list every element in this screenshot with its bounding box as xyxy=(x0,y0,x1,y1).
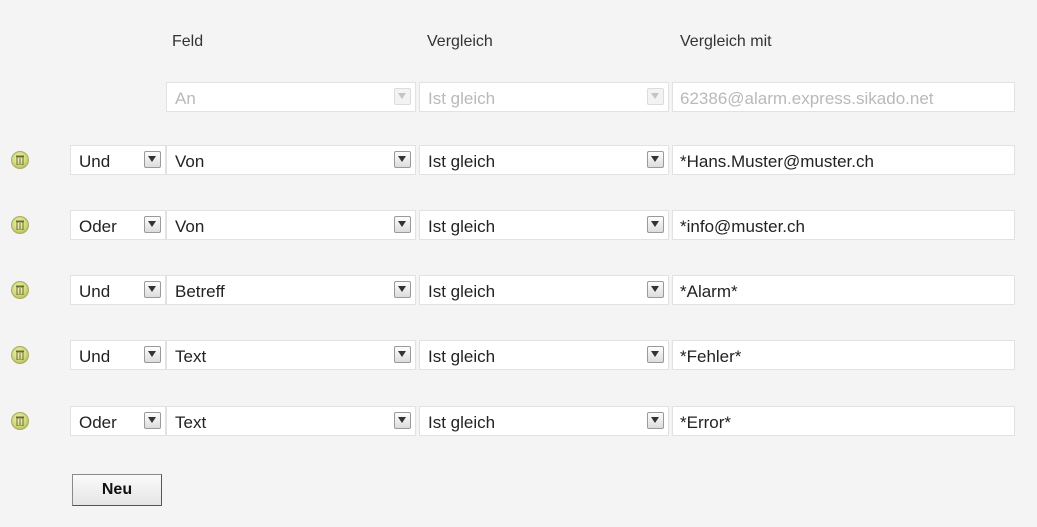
chevron-down-icon[interactable] xyxy=(144,151,161,168)
vergleich-select[interactable]: Ist gleich xyxy=(419,340,669,370)
chevron-down-icon[interactable] xyxy=(144,281,161,298)
new-button[interactable]: Neu xyxy=(72,474,162,506)
feld-select[interactable]: Betreff xyxy=(166,275,416,305)
trash-icon[interactable] xyxy=(11,216,29,234)
feld-select-value: Text xyxy=(175,347,207,366)
chevron-down-icon[interactable] xyxy=(394,151,411,168)
condition-row: Oder Text Ist gleich *Error* xyxy=(0,406,1037,438)
vergleich-select[interactable]: Ist gleich xyxy=(419,406,669,436)
chevron-down-icon[interactable] xyxy=(394,346,411,363)
header-feld: Feld xyxy=(172,33,204,50)
logic-select-value: Oder xyxy=(79,413,117,432)
chevron-down-icon[interactable] xyxy=(394,216,411,233)
condition-row: Und Von Ist gleich *Hans.Muster@muster.c… xyxy=(0,145,1037,177)
logic-select[interactable]: Oder xyxy=(70,406,166,436)
header-vergleich-mit: Vergleich mit xyxy=(680,33,772,50)
vergleich-select[interactable]: Ist gleich xyxy=(419,145,669,175)
chevron-down-icon xyxy=(394,88,411,105)
chevron-down-icon[interactable] xyxy=(647,412,664,429)
value-field[interactable]: *info@muster.ch xyxy=(672,210,1015,240)
condition-row-first: An Ist gleich 62386@alarm.express.sikado… xyxy=(0,82,1037,114)
logic-select-value: Und xyxy=(79,282,111,301)
feld-select: An xyxy=(166,82,416,112)
trash-icon[interactable] xyxy=(11,346,29,364)
chevron-down-icon[interactable] xyxy=(144,346,161,363)
chevron-down-icon[interactable] xyxy=(647,216,664,233)
feld-select-value: An xyxy=(175,89,196,108)
vergleich-select-value: Ist gleich xyxy=(428,347,496,366)
condition-row: Oder Von Ist gleich *info@muster.ch xyxy=(0,210,1037,242)
value-field[interactable]: *Hans.Muster@muster.ch xyxy=(672,145,1015,175)
vergleich-select[interactable]: Ist gleich xyxy=(419,210,669,240)
trash-icon[interactable] xyxy=(11,412,29,430)
feld-select[interactable]: Text xyxy=(166,340,416,370)
value-field: 62386@alarm.express.sikado.net xyxy=(672,82,1015,112)
chevron-down-icon[interactable] xyxy=(144,412,161,429)
logic-select[interactable]: Oder xyxy=(70,210,166,240)
feld-select-value: Von xyxy=(175,217,205,236)
feld-select-value: Von xyxy=(175,152,205,171)
vergleich-select-value: Ist gleich xyxy=(428,282,496,301)
chevron-down-icon[interactable] xyxy=(144,216,161,233)
chevron-down-icon[interactable] xyxy=(647,151,664,168)
header-vergleich: Vergleich xyxy=(427,33,493,50)
logic-select[interactable]: Und xyxy=(70,275,166,305)
vergleich-select-value: Ist gleich xyxy=(428,217,496,236)
vergleich-select-value: Ist gleich xyxy=(428,152,496,171)
vergleich-select-value: Ist gleich xyxy=(428,89,496,108)
logic-select-value: Und xyxy=(79,347,111,366)
trash-icon[interactable] xyxy=(11,151,29,169)
trash-icon[interactable] xyxy=(11,281,29,299)
value-field[interactable]: *Error* xyxy=(672,406,1015,436)
chevron-down-icon[interactable] xyxy=(394,412,411,429)
logic-select[interactable]: Und xyxy=(70,145,166,175)
chevron-down-icon[interactable] xyxy=(394,281,411,298)
logic-select-value: Und xyxy=(79,152,111,171)
condition-row: Und Betreff Ist gleich *Alarm* xyxy=(0,275,1037,307)
value-field[interactable]: *Alarm* xyxy=(672,275,1015,305)
feld-select[interactable]: Text xyxy=(166,406,416,436)
vergleich-select-value: Ist gleich xyxy=(428,413,496,432)
condition-row: Und Text Ist gleich *Fehler* xyxy=(0,340,1037,372)
chevron-down-icon[interactable] xyxy=(647,346,664,363)
logic-select[interactable]: Und xyxy=(70,340,166,370)
feld-select[interactable]: Von xyxy=(166,210,416,240)
feld-select-value: Betreff xyxy=(175,282,225,301)
vergleich-select[interactable]: Ist gleich xyxy=(419,275,669,305)
value-field[interactable]: *Fehler* xyxy=(672,340,1015,370)
feld-select-value: Text xyxy=(175,413,207,432)
logic-select-value: Oder xyxy=(79,217,117,236)
vergleich-select: Ist gleich xyxy=(419,82,669,112)
chevron-down-icon[interactable] xyxy=(647,281,664,298)
feld-select[interactable]: Von xyxy=(166,145,416,175)
chevron-down-icon xyxy=(647,88,664,105)
